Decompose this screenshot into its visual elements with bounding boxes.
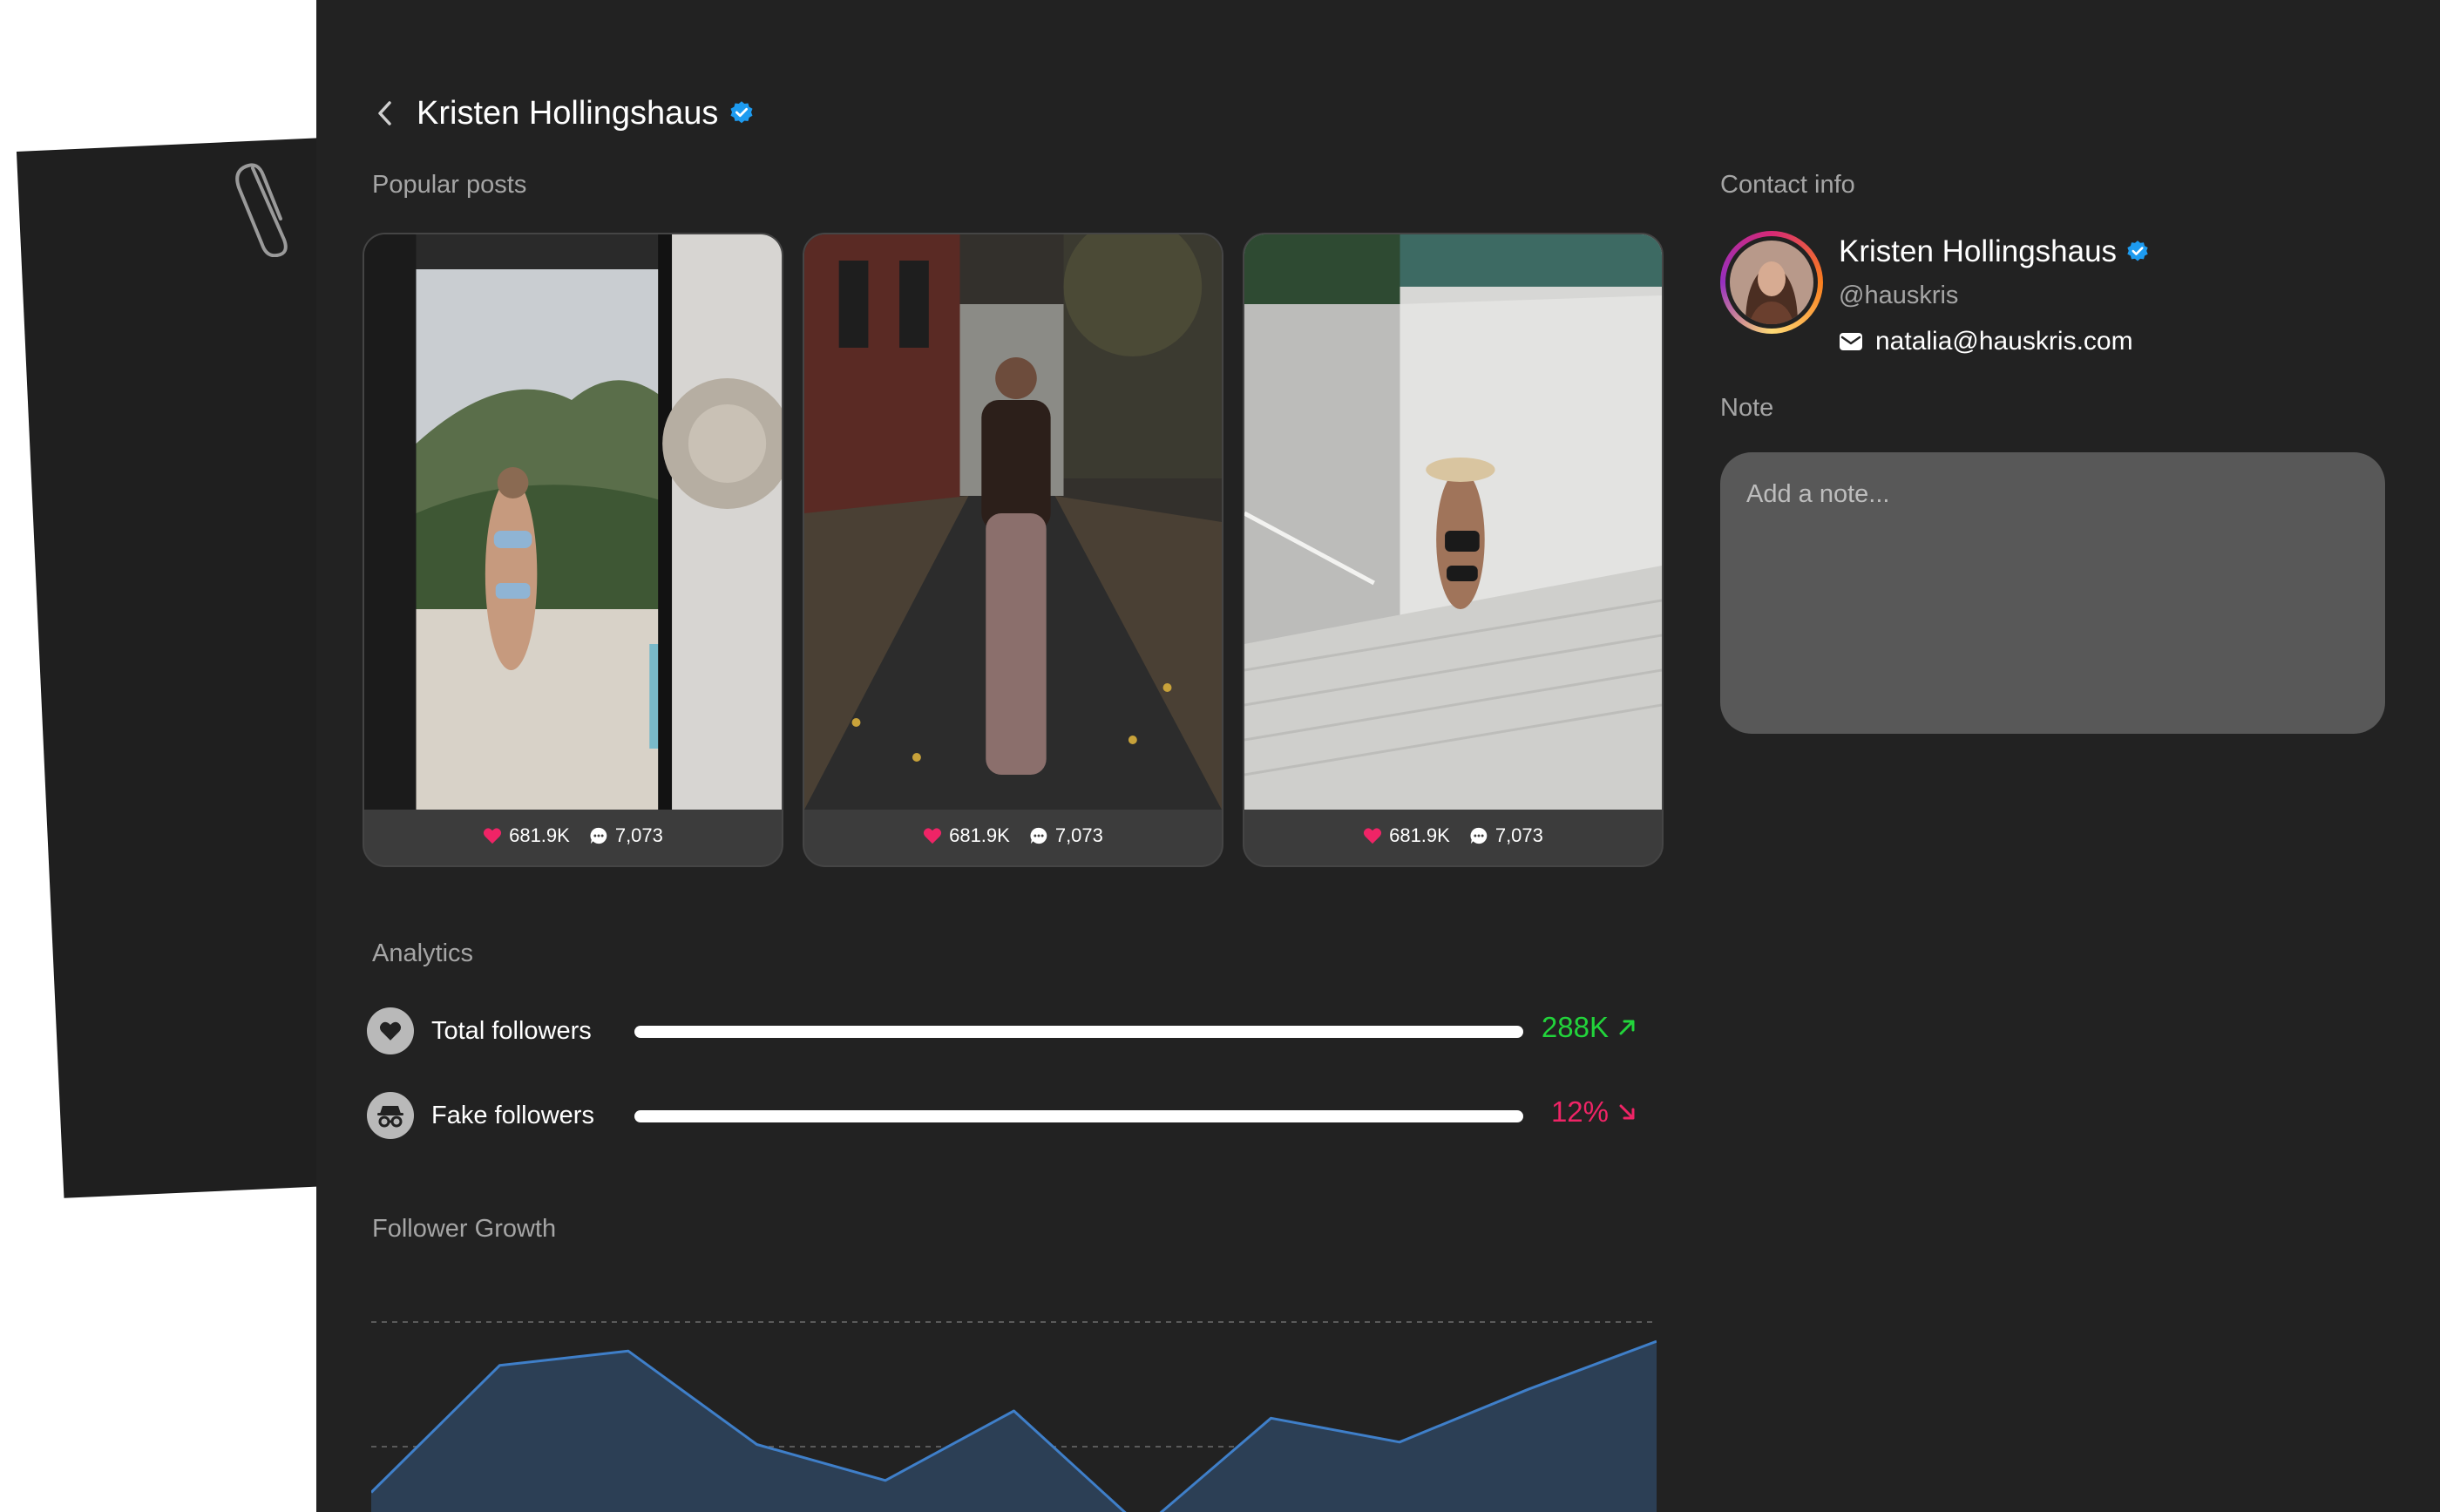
contact-name-row: Kristen Hollingshaus (1839, 234, 2150, 269)
follower-growth-label: Follower Growth (372, 1215, 557, 1243)
fake-followers-label: Fake followers (431, 1101, 594, 1129)
fake-followers-value: 12% (1528, 1095, 1637, 1129)
fake-followers-bar (634, 1110, 1523, 1122)
note-label: Note (1720, 394, 1774, 422)
likes-count: 681.9K (509, 824, 570, 846)
post-stats: 681.9K 7,073 (1244, 806, 1662, 865)
total-followers-bar (634, 1026, 1523, 1038)
fake-followers-number: 12% (1550, 1095, 1609, 1128)
comments-count: 7,073 (1054, 824, 1103, 846)
profile-panel: Kristen Hollingshaus Popular posts 681.9… (316, 0, 2440, 1512)
contact-info-label: Contact info (1720, 171, 1855, 199)
arrow-up-right-icon (1619, 1020, 1635, 1035)
post-stats: 681.9K 7,073 (804, 806, 1222, 865)
fake-followers-row: Fake followers (367, 1089, 632, 1142)
post-image (364, 234, 782, 810)
contact-card: Kristen Hollingshaus @hauskris natalia@h… (1720, 231, 2148, 356)
comments-stat: 7,073 (1029, 824, 1103, 847)
heart-icon (923, 828, 942, 844)
contact-name: Kristen Hollingshaus (1839, 234, 2118, 268)
mail-icon (1840, 333, 1862, 350)
popular-posts: 681.9K 7,073 681.9K 7,073 681.9K 7,073 (363, 233, 1664, 867)
comments-count: 7,073 (1494, 824, 1543, 846)
paperclip-icon (235, 163, 288, 257)
popular-posts-label: Popular posts (372, 171, 527, 199)
avatar[interactable] (1720, 231, 1823, 334)
contact-email-row[interactable]: natalia@hauskris.com (1839, 327, 2133, 356)
total-followers-label: Total followers (431, 1016, 592, 1045)
post-image (1244, 234, 1662, 810)
back-button[interactable] (359, 87, 411, 139)
growth-area (371, 1341, 1657, 1512)
total-followers-value: 288K (1528, 1011, 1637, 1044)
heart-icon (483, 828, 502, 844)
total-followers-number: 288K (1541, 1011, 1609, 1043)
comment-bubble-icon (590, 827, 607, 844)
arrow-down-right-icon (1619, 1104, 1635, 1120)
contact-handle: @hauskris (1839, 281, 1959, 309)
heart-icon (1363, 828, 1382, 844)
likes-stat: 681.9K (923, 824, 1010, 847)
likes-stat: 681.9K (483, 824, 570, 847)
contact-email[interactable]: natalia@hauskris.com (1875, 327, 2133, 356)
header: Kristen Hollingshaus (371, 87, 755, 139)
verified-badge-icon (2127, 241, 2148, 261)
post-card[interactable]: 681.9K 7,073 (1243, 233, 1664, 867)
page-title: Kristen Hollingshaus (417, 94, 719, 132)
chevron-left-icon (378, 101, 391, 125)
comments-count: 7,073 (614, 824, 663, 846)
total-followers-row: Total followers (367, 1005, 632, 1057)
likes-stat: 681.9K (1363, 824, 1450, 847)
post-card[interactable]: 681.9K 7,073 (363, 233, 783, 867)
comment-bubble-icon (1470, 827, 1488, 844)
note-box (1720, 452, 2385, 734)
comments-stat: 7,073 (1469, 824, 1543, 847)
likes-count: 681.9K (1389, 824, 1450, 846)
post-image (804, 234, 1222, 810)
post-card[interactable]: 681.9K 7,073 (803, 233, 1223, 867)
likes-count: 681.9K (949, 824, 1010, 846)
verified-badge-icon (730, 101, 753, 124)
incognito-icon (367, 1092, 414, 1139)
avatar-image (1730, 241, 1813, 324)
heart-icon (367, 1007, 414, 1054)
follower-growth-chart (371, 1321, 1657, 1512)
post-stats: 681.9K 7,073 (364, 806, 782, 865)
analytics-label: Analytics (372, 939, 474, 967)
note-input[interactable] (1745, 478, 2364, 711)
comment-bubble-icon (1030, 827, 1047, 844)
comments-stat: 7,073 (589, 824, 663, 847)
